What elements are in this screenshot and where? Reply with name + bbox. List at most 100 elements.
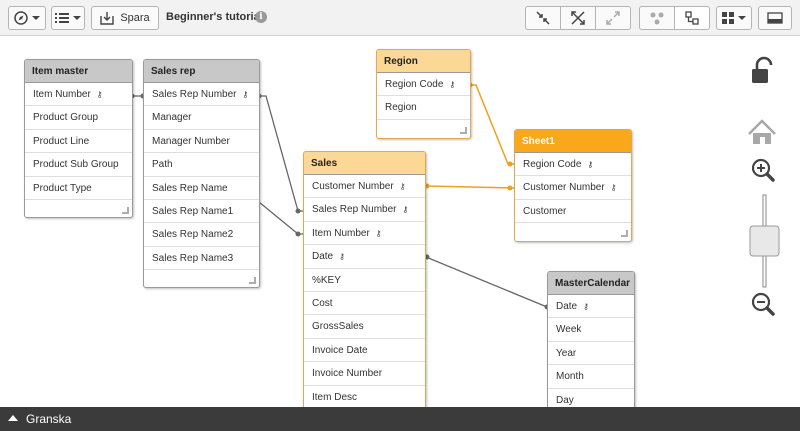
list-icon [55, 13, 69, 23]
chevron-down-icon [32, 16, 40, 20]
field-row[interactable]: %KEY [304, 269, 425, 292]
field-row[interactable]: Product Group [25, 106, 132, 130]
link-dot [507, 185, 513, 191]
resize-handle-icon[interactable] [460, 126, 467, 134]
field-row[interactable]: Week [548, 318, 634, 342]
table-title: Sheet1 [515, 130, 631, 153]
table-region[interactable]: Region Region Code ⚷ Region [376, 49, 471, 139]
field-row[interactable]: Sales Rep Name3 [144, 247, 259, 271]
field-row[interactable]: Region Code ⚷ [377, 73, 470, 97]
expand-up-icon[interactable] [8, 415, 18, 421]
model-canvas[interactable]: Item master Item Number ⚷ Product Group P… [0, 37, 800, 407]
expand-all-button[interactable] [595, 6, 631, 30]
link-dot [507, 161, 513, 167]
table-sheet1[interactable]: Sheet1 Region Code ⚷ Customer Number ⚷ Cus… [514, 129, 632, 242]
table-title: Sales rep [144, 60, 259, 83]
grid-icon [722, 12, 734, 24]
link-line [259, 95, 303, 212]
save-button[interactable]: Spara [91, 6, 159, 30]
key-icon: ⚷ [449, 80, 456, 89]
table-item-master[interactable]: Item master Item Number ⚷ Product Group P… [24, 59, 133, 218]
key-icon: ⚷ [399, 182, 406, 191]
zoom-in-icon[interactable] [751, 158, 775, 182]
collapse-icon [536, 11, 550, 25]
linked-fields-icon [571, 11, 585, 25]
field-row[interactable]: Sales Rep Number ⚷ [144, 83, 259, 107]
key-icon: ⚷ [339, 252, 345, 262]
table-layout-icon [685, 11, 699, 25]
expand-icon [606, 11, 620, 25]
table-master-calendar[interactable]: MasterCalendar Date ⚷ Week Year Month Day [547, 271, 635, 407]
field-row[interactable]: Customer Number ⚷ [304, 175, 425, 199]
field-row[interactable]: Sales Rep Name2 [144, 223, 259, 247]
canvas-navigation [736, 37, 800, 407]
chevron-down-icon [73, 16, 81, 20]
key-icon: ⚷ [242, 90, 249, 99]
collapse-all-button[interactable] [525, 6, 561, 30]
toolbar: Spara Beginner's tutorial i [0, 0, 800, 36]
app-title: Beginner's tutorial [166, 11, 263, 23]
field-row[interactable]: Region [377, 96, 470, 120]
list-menu-button[interactable] [51, 6, 85, 30]
unlock-icon[interactable] [752, 56, 773, 83]
info-icon[interactable]: i [255, 11, 267, 23]
internal-view-button[interactable] [674, 6, 710, 30]
field-row[interactable]: Year [548, 342, 634, 366]
field-row[interactable]: Date ⚷ [304, 245, 425, 269]
table-title: Sales [304, 152, 425, 175]
compass-icon [14, 11, 28, 25]
save-icon [100, 12, 115, 25]
key-icon: ⚷ [587, 160, 594, 169]
field-row[interactable]: Product Type [25, 177, 132, 200]
save-button-label: Spara [120, 12, 150, 24]
link-line [425, 256, 548, 308]
field-row[interactable]: Manager [144, 106, 259, 130]
field-row[interactable]: Item Number ⚷ [304, 222, 425, 246]
preview-toggle-button[interactable] [758, 6, 792, 30]
field-row[interactable]: Customer Number ⚷ [515, 176, 631, 200]
zoom-out-icon[interactable] [751, 292, 775, 316]
link-dot [295, 231, 301, 237]
source-view-icon [650, 12, 664, 25]
key-icon: ⚷ [375, 228, 382, 238]
link-dot [295, 208, 301, 214]
preview-label: Granska [26, 412, 72, 426]
field-row[interactable]: GrossSales [304, 315, 425, 339]
home-icon[interactable] [748, 119, 776, 144]
source-view-button[interactable] [639, 6, 675, 30]
field-row[interactable]: Path [144, 153, 259, 177]
chevron-down-icon [738, 16, 746, 20]
field-row[interactable]: Month [548, 365, 634, 389]
layout-menu-button[interactable] [716, 6, 752, 30]
resize-handle-icon[interactable] [122, 206, 129, 214]
zoom-slider-thumb[interactable] [749, 225, 780, 257]
field-row[interactable]: Item Desc [304, 386, 425, 407]
resize-handle-icon[interactable] [249, 277, 256, 285]
navigation-menu-button[interactable] [8, 6, 46, 30]
field-row[interactable]: Product Line [25, 130, 132, 154]
table-sales[interactable]: Sales Customer Number ⚷ Sales Rep Number ⚷… [303, 151, 426, 407]
field-row[interactable]: Invoice Date [304, 339, 425, 363]
field-row[interactable]: Region Code ⚷ [515, 153, 631, 177]
field-row[interactable]: Sales Rep Number ⚷ [304, 198, 425, 222]
field-row[interactable]: Day [548, 389, 634, 407]
field-row[interactable]: Product Sub Group [25, 153, 132, 177]
table-title: Item master [25, 60, 132, 83]
panel-icon [767, 12, 783, 24]
key-icon: ⚷ [610, 183, 617, 193]
key-icon: ⚷ [583, 302, 589, 311]
preview-bar[interactable]: Granska [0, 407, 800, 431]
field-row[interactable]: Customer [515, 200, 631, 224]
table-title: Region [377, 50, 470, 73]
resize-handle-icon[interactable] [621, 230, 628, 238]
field-row[interactable]: Sales Rep Name [144, 177, 259, 200]
field-row[interactable]: Sales Rep Name1 [144, 200, 259, 224]
show-linked-fields-button[interactable] [560, 6, 596, 30]
field-row[interactable]: Invoice Number [304, 362, 425, 386]
link-line-highlighted [470, 84, 514, 165]
field-row[interactable]: Item Number ⚷ [25, 83, 132, 107]
field-row[interactable]: Manager Number [144, 130, 259, 154]
field-row[interactable]: Cost [304, 292, 425, 316]
field-row[interactable]: Date ⚷ [548, 295, 634, 319]
table-sales-rep[interactable]: Sales rep Sales Rep Number ⚷ Manager Mana… [143, 59, 260, 288]
